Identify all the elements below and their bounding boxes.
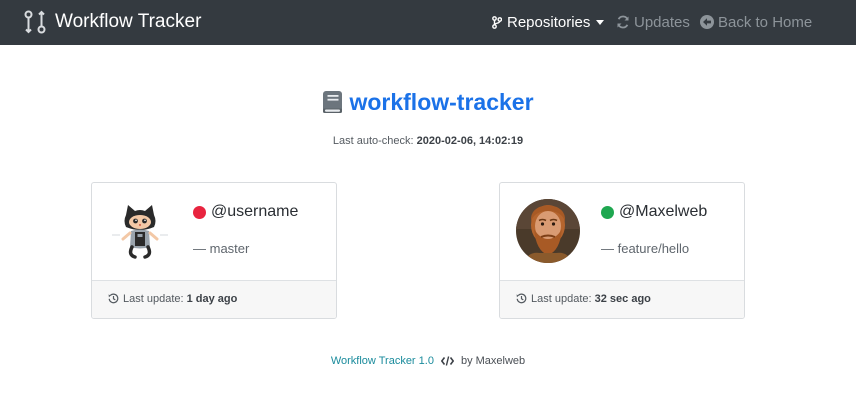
username-label: @Maxelweb	[619, 203, 708, 220]
page-footer: Workflow Tracker 1.0 by Maxelweb	[0, 354, 856, 368]
nav-repositories-label: Repositories	[507, 13, 591, 31]
brand[interactable]: Workflow Tracker	[24, 9, 201, 35]
auto-check-status: Last auto-check: 2020-02-06, 14:02:19	[0, 135, 856, 147]
user-card-body: @Maxelweb — feature/hello	[500, 183, 744, 282]
nav-updates-label: Updates	[634, 13, 690, 31]
last-update-value: 32 sec ago	[594, 293, 651, 305]
navbar: Workflow Tracker Repositories Updates Ba…	[0, 0, 856, 45]
repo-name-link[interactable]: workflow-tracker	[349, 86, 533, 118]
auto-check-timestamp: 2020-02-06, 14:02:19	[416, 135, 524, 147]
last-update-label: Last update:	[531, 293, 592, 305]
branch-label: — master	[193, 241, 250, 256]
book-icon	[323, 91, 343, 113]
last-update-text: Last update: 32 sec ago	[531, 292, 651, 306]
last-update-text: Last update: 1 day ago	[123, 292, 237, 306]
brand-title: Workflow Tracker	[55, 11, 202, 32]
last-update-label: Last update:	[123, 293, 184, 305]
git-branch-icon	[492, 15, 502, 29]
branch-label: — feature/hello	[601, 241, 690, 256]
user-photo-avatar	[516, 199, 580, 263]
repo-title: workflow-tracker	[0, 86, 856, 118]
octocat-avatar	[108, 199, 172, 263]
history-icon	[108, 293, 119, 304]
user-card-footer: Last update: 1 day ago	[92, 280, 336, 318]
user-card: @Maxelweb — feature/hello Last update: 3…	[499, 182, 745, 319]
status-dot-green	[601, 206, 614, 219]
nav-repositories-dropdown[interactable]: Repositories	[492, 11, 605, 33]
last-update-value: 1 day ago	[186, 293, 238, 305]
user-card-body: @username — master	[92, 183, 336, 282]
author-credit: by Maxelweb	[460, 355, 526, 367]
refresh-icon	[617, 15, 629, 29]
arrow-circle-left-icon	[700, 15, 714, 29]
user-card: @username — master Last update: 1 day ag…	[91, 182, 337, 319]
auto-check-label: Last auto-check:	[332, 135, 414, 147]
app-version-link[interactable]: Workflow Tracker 1.0	[331, 355, 434, 367]
user-card-footer: Last update: 32 sec ago	[500, 280, 744, 318]
history-icon	[516, 293, 527, 304]
status-dot-red	[193, 206, 206, 219]
code-icon	[440, 356, 454, 366]
nav-updates-link[interactable]: Updates	[616, 11, 690, 33]
nav-back-home-label: Back to Home	[718, 13, 813, 31]
username-label: @username	[211, 203, 299, 220]
git-compare-icon	[24, 10, 46, 34]
caret-down-icon	[596, 19, 605, 25]
nav-back-home-link[interactable]: Back to Home	[700, 11, 812, 33]
